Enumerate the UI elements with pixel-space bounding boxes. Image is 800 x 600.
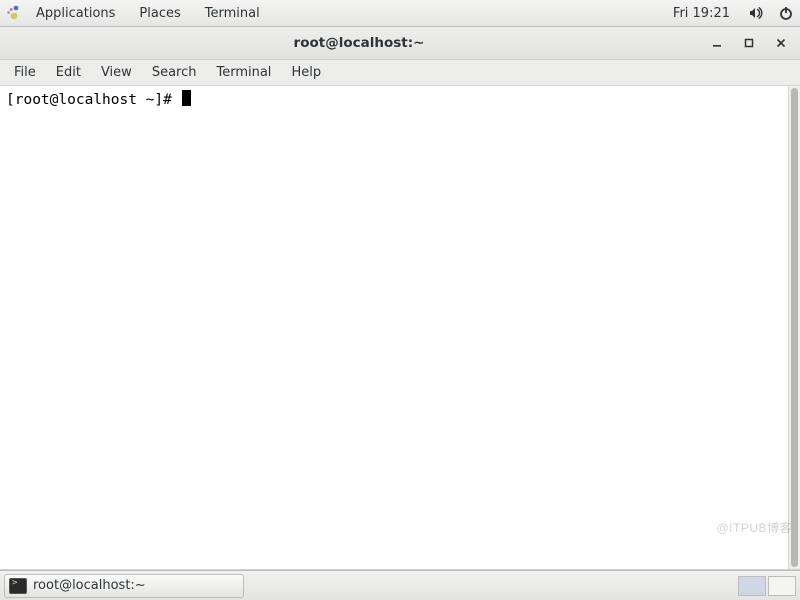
menu-applications[interactable]: Applications <box>26 2 125 25</box>
terminal-cursor <box>182 90 191 106</box>
taskbar-item-label: root@localhost:~ <box>33 578 146 593</box>
minimize-button[interactable] <box>710 36 724 50</box>
menu-terminal-launcher[interactable]: Terminal <box>195 2 270 25</box>
gnome-logo-icon <box>4 4 22 22</box>
terminal-viewport[interactable]: [root@localhost ~]# <box>0 86 788 569</box>
workspace-2[interactable] <box>768 576 796 596</box>
menu-file[interactable]: File <box>4 61 46 84</box>
terminal-window: root@localhost:~ File Edit View Search T… <box>0 27 800 570</box>
top-panel: Applications Places Terminal Fri 19:21 <box>0 0 800 27</box>
workspace-1[interactable] <box>738 576 766 596</box>
terminal-scrollbar[interactable] <box>788 86 800 569</box>
workspace-pager <box>738 576 796 596</box>
clock[interactable]: Fri 19:21 <box>667 6 736 21</box>
terminal-menubar: File Edit View Search Terminal Help <box>0 60 800 86</box>
maximize-button[interactable] <box>742 36 756 50</box>
menu-terminal[interactable]: Terminal <box>206 61 281 84</box>
power-icon[interactable] <box>776 3 796 23</box>
menu-edit[interactable]: Edit <box>46 61 91 84</box>
bottom-panel: root@localhost:~ <box>0 570 800 600</box>
menu-help[interactable]: Help <box>281 61 331 84</box>
volume-icon[interactable] <box>746 3 766 23</box>
window-titlebar[interactable]: root@localhost:~ <box>0 27 800 60</box>
terminal-icon <box>9 578 27 594</box>
menu-search[interactable]: Search <box>142 61 207 84</box>
scrollbar-thumb[interactable] <box>791 88 798 567</box>
terminal-prompt: [root@localhost ~]# <box>6 92 181 108</box>
taskbar-item-terminal[interactable]: root@localhost:~ <box>4 574 244 598</box>
menu-view[interactable]: View <box>91 61 142 84</box>
desktop-area: root@localhost:~ File Edit View Search T… <box>0 27 800 570</box>
window-title: root@localhost:~ <box>8 35 710 51</box>
menu-places[interactable]: Places <box>129 2 190 25</box>
close-button[interactable] <box>774 36 788 50</box>
